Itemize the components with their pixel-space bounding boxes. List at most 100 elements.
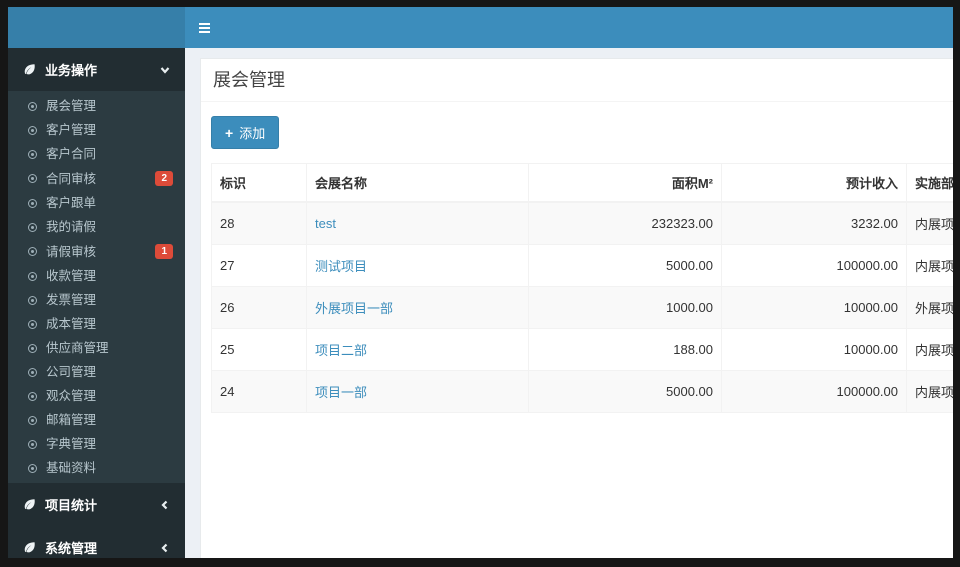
sidebar-section-label: 项目统计 — [45, 498, 98, 513]
sidebar-item-my-leave[interactable]: 我的请假 — [8, 215, 185, 239]
sidebar: 业务操作 展会管理 客户管理 客户合同 合同审核 2 客户跟单 我的请假 请假审… — [8, 48, 185, 558]
sidebar-item-label: 展会管理 — [46, 99, 97, 113]
content-area: 展会管理 + 添加 标识 会展名称 面积M² 预计收入 实施部门 — [185, 48, 953, 558]
cell-area: 232323.00 — [528, 201, 722, 245]
sidebar-item-label: 合同审核 — [46, 171, 97, 186]
logo-area — [8, 7, 185, 48]
sidebar-section-business-ops[interactable]: 业务操作 — [8, 48, 185, 91]
sidebar-submenu: 展会管理 客户管理 客户合同 合同审核 2 客户跟单 我的请假 请假审核 1 收… — [8, 91, 185, 483]
sidebar-item-supplier-mgmt[interactable]: 供应商管理 — [8, 336, 185, 360]
sidebar-item-customer-contract[interactable]: 客户合同 — [8, 142, 185, 166]
sidebar-item-label: 发票管理 — [46, 293, 97, 307]
sidebar-item-mailbox-mgmt[interactable]: 邮箱管理 — [8, 408, 185, 432]
sidebar-item-audience-mgmt[interactable]: 观众管理 — [8, 384, 185, 408]
sidebar-section-project-stats[interactable]: 项目统计 — [8, 483, 185, 526]
table-row: 26 外展项目一部 1000.00 10000.00 外展项目 — [211, 286, 953, 329]
table-row: 24 项目一部 5000.00 100000.00 内展项目 — [211, 370, 953, 413]
sidebar-item-exhibition-mgmt[interactable]: 展会管理 — [8, 94, 185, 118]
exhibition-link[interactable]: test — [315, 216, 336, 231]
cell-revenue: 100000.00 — [721, 370, 907, 413]
dot-circle-icon — [28, 271, 37, 281]
sidebar-item-label: 邮箱管理 — [46, 413, 97, 427]
cell-department: 内展项目 — [906, 370, 953, 413]
sidebar-item-basic-data[interactable]: 基础资料 — [8, 456, 185, 480]
app-window: 业务操作 展会管理 客户管理 客户合同 合同审核 2 客户跟单 我的请假 请假审… — [8, 7, 953, 558]
sidebar-item-payment-mgmt[interactable]: 收款管理 — [8, 264, 185, 288]
contract-review-badge: 2 — [155, 171, 173, 186]
exhibition-link[interactable]: 项目二部 — [315, 343, 367, 358]
cell-area: 188.00 — [528, 328, 722, 371]
cell-id: 27 — [211, 244, 307, 287]
cell-name: 项目二部 — [306, 328, 529, 371]
sidebar-section-system-mgmt[interactable]: 系统管理 — [8, 526, 185, 558]
hamburger-menu-icon[interactable] — [199, 15, 225, 41]
cell-revenue: 3232.00 — [721, 201, 907, 245]
chevron-down-icon — [160, 65, 170, 75]
sidebar-item-label: 客户跟单 — [46, 196, 97, 210]
dot-circle-icon — [28, 149, 37, 159]
sidebar-item-label: 我的请假 — [46, 220, 97, 234]
column-header-name: 会展名称 — [306, 163, 529, 203]
exhibition-link[interactable]: 外展项目一部 — [315, 301, 393, 316]
exhibition-link[interactable]: 项目一部 — [315, 385, 367, 400]
plus-icon: + — [225, 124, 234, 141]
sidebar-item-label: 基础资料 — [46, 461, 97, 475]
sidebar-item-label: 成本管理 — [46, 317, 97, 331]
cell-department: 内展项目 — [906, 244, 953, 287]
sidebar-item-customer-mgmt[interactable]: 客户管理 — [8, 118, 185, 142]
sidebar-section-label: 业务操作 — [45, 63, 98, 78]
add-button-label: 添加 — [239, 126, 266, 141]
dot-circle-icon — [28, 415, 37, 425]
add-button[interactable]: + 添加 — [211, 116, 280, 149]
exhibition-panel: 展会管理 + 添加 标识 会展名称 面积M² 预计收入 实施部门 — [200, 58, 953, 558]
cell-revenue: 100000.00 — [721, 244, 907, 287]
leave-review-badge: 1 — [155, 244, 173, 259]
cell-area: 5000.00 — [528, 370, 722, 413]
table-header-row: 标识 会展名称 面积M² 预计收入 实施部门 — [211, 163, 953, 203]
column-header-department: 实施部门 — [906, 163, 953, 203]
cell-name: 外展项目一部 — [306, 286, 529, 329]
dot-circle-icon — [28, 222, 37, 232]
chevron-left-icon — [160, 500, 170, 510]
cell-area: 5000.00 — [528, 244, 722, 287]
dot-circle-icon — [28, 198, 37, 208]
dot-circle-icon — [28, 343, 37, 353]
column-header-revenue: 预计收入 — [721, 163, 907, 203]
sidebar-item-label: 公司管理 — [46, 365, 97, 379]
sidebar-section-label: 系统管理 — [45, 541, 98, 556]
exhibition-link[interactable]: 测试项目 — [315, 259, 367, 274]
cell-id: 26 — [211, 286, 307, 329]
sidebar-item-leave-review[interactable]: 请假审核 1 — [8, 239, 185, 264]
sidebar-item-label: 客户合同 — [46, 147, 97, 161]
dot-circle-icon — [28, 463, 37, 473]
sidebar-item-cost-mgmt[interactable]: 成本管理 — [8, 312, 185, 336]
table-row: 27 测试项目 5000.00 100000.00 内展项目 — [211, 244, 953, 287]
cell-name: 项目一部 — [306, 370, 529, 413]
leaf-icon — [23, 63, 36, 76]
sidebar-item-invoice-mgmt[interactable]: 发票管理 — [8, 288, 185, 312]
cell-name: test — [306, 201, 529, 245]
sidebar-item-contract-review[interactable]: 合同审核 2 — [8, 166, 185, 191]
top-header — [8, 7, 953, 48]
exhibition-table: 标识 会展名称 面积M² 预计收入 实施部门 28 test 232323.00 — [211, 163, 953, 413]
dot-circle-icon — [28, 125, 37, 135]
cell-revenue: 10000.00 — [721, 328, 907, 371]
panel-body: + 添加 标识 会展名称 面积M² 预计收入 实施部门 — [201, 102, 953, 423]
sidebar-item-company-mgmt[interactable]: 公司管理 — [8, 360, 185, 384]
panel-header: 展会管理 — [201, 59, 953, 102]
sidebar-item-dictionary-mgmt[interactable]: 字典管理 — [8, 432, 185, 456]
sidebar-item-label: 客户管理 — [46, 123, 97, 137]
cell-department: 内展项目 — [906, 201, 953, 245]
dot-circle-icon — [28, 295, 37, 305]
leaf-icon — [23, 541, 36, 554]
chevron-left-icon — [160, 543, 170, 553]
dot-circle-icon — [28, 439, 37, 449]
cell-id: 25 — [211, 328, 307, 371]
column-header-id: 标识 — [211, 163, 307, 203]
sidebar-item-label: 请假审核 — [46, 244, 97, 259]
sidebar-item-customer-followup[interactable]: 客户跟单 — [8, 191, 185, 215]
cell-id: 24 — [211, 370, 307, 413]
table-row: 28 test 232323.00 3232.00 内展项目 — [211, 201, 953, 245]
page-title: 展会管理 — [213, 70, 285, 90]
dot-circle-icon — [28, 174, 37, 183]
